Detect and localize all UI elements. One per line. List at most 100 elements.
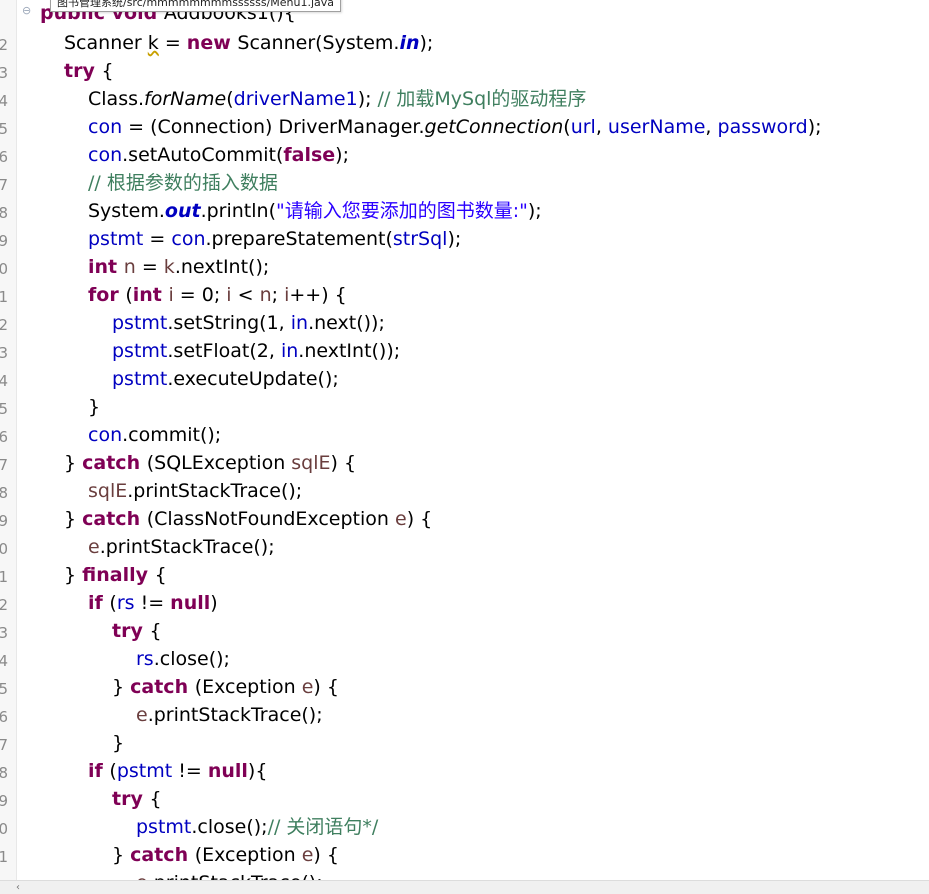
line-number: 4 <box>0 372 8 390</box>
code-line[interactable]: } <box>88 396 100 418</box>
code-token: ); <box>447 228 462 250</box>
code-line[interactable]: Class.forName(driverName1); // 加载MySql的驱… <box>88 88 586 110</box>
code-line[interactable]: sqlE.printStackTrace(); <box>88 480 302 502</box>
line-number: 5 <box>0 680 8 698</box>
code-line[interactable]: e.printStackTrace(); <box>136 704 323 726</box>
code-token: Scanner(System. <box>237 32 400 54</box>
code-token: .close(); <box>153 648 230 670</box>
code-token: ) <box>210 592 218 614</box>
code-token: .println( <box>200 200 276 222</box>
arrow-left-icon[interactable]: ‹ <box>16 881 20 894</box>
code-line[interactable]: System.out.println("请输入您要添加的图书数量:"); <box>88 200 542 222</box>
code-token: // 关闭语句*/ <box>267 816 379 838</box>
code-token: } <box>64 508 83 530</box>
code-token: Class. <box>88 88 145 110</box>
code-token: in <box>290 312 309 334</box>
code-line[interactable]: } catch (Exception e) { <box>112 676 339 698</box>
code-token: e <box>88 536 100 558</box>
code-token: .next()); <box>308 312 385 334</box>
code-token: catch <box>82 508 147 530</box>
code-token: for <box>88 284 126 306</box>
code-token: != <box>172 760 208 782</box>
code-token: ( <box>226 88 234 110</box>
line-number: 7 <box>0 176 8 194</box>
code-line[interactable]: e.printStackTrace(); <box>88 536 275 558</box>
code-token: = <box>135 256 164 278</box>
code-line[interactable]: int n = k.nextInt(); <box>88 256 269 278</box>
code-token: .printStackTrace(); <box>127 480 303 502</box>
code-token: rs <box>116 592 135 614</box>
code-token: strSql <box>392 228 448 250</box>
code-line[interactable]: try { <box>64 60 114 82</box>
code-token: .setAutoCommit( <box>122 144 284 166</box>
line-number: 8 <box>0 764 8 782</box>
code-token: "请输入您要添加的图书数量:" <box>275 200 528 222</box>
code-line[interactable]: // 根据参数的插入数据 <box>88 172 278 194</box>
code-line[interactable]: con.setAutoCommit(false); <box>88 144 349 166</box>
code-line[interactable]: } catch (SQLException sqlE) { <box>64 452 356 474</box>
horizontal-scrollbar[interactable]: ‹ <box>0 880 929 894</box>
code-token: ) { <box>330 452 357 474</box>
line-number: 6 <box>0 428 8 446</box>
code-line[interactable]: } finally { <box>64 564 167 586</box>
code-token: ) { <box>313 676 339 698</box>
code-line[interactable]: for (int i = 0; i < n; i++) { <box>88 284 347 306</box>
code-line[interactable]: pstmt.setString(1, in.next()); <box>112 312 385 334</box>
code-token: ); <box>527 200 542 222</box>
code-line[interactable]: Scanner k = new Scanner(System.in); <box>64 32 433 54</box>
code-token: pstmt <box>116 760 173 782</box>
line-number: 8 <box>0 484 8 502</box>
code-token: ) { <box>406 508 433 530</box>
line-number: 6 <box>0 708 8 726</box>
code-line[interactable]: con.commit(); <box>88 424 221 446</box>
line-number: 9 <box>0 512 8 530</box>
code-token: e <box>136 704 148 726</box>
code-token: e <box>394 508 407 530</box>
line-number: 9 <box>0 792 8 810</box>
code-token: .printStackTrace(); <box>99 536 275 558</box>
code-token: try <box>64 60 102 82</box>
line-number: 3 <box>0 344 8 362</box>
code-token: .commit(); <box>122 424 222 446</box>
code-token: e <box>301 844 314 866</box>
code-line[interactable]: con = (Connection) DriverManager.getConn… <box>88 116 822 138</box>
line-number: 7 <box>0 456 8 474</box>
code-line[interactable]: } catch (Exception e) { <box>112 844 339 866</box>
code-token: e <box>136 872 148 880</box>
code-line[interactable]: } <box>112 732 124 754</box>
code-line[interactable]: pstmt.setFloat(2, in.nextInt()); <box>112 340 400 362</box>
code-line[interactable]: pstmt.executeUpdate(); <box>112 368 339 390</box>
line-number-gutter: 2 3 4 5 6 7 8 9 0 1 2 3 4 5 6 7 8 9 0 1 2 3 4 5 6 7 8 9 0 1 <box>0 0 17 880</box>
code-line[interactable]: try { <box>112 620 162 642</box>
code-token: con <box>88 116 123 138</box>
code-token: ( <box>109 760 117 782</box>
code-line[interactable]: if (rs != null) <box>88 592 218 614</box>
code-token: ); <box>419 32 434 54</box>
code-line[interactable]: pstmt.close();// 关闭语句*/ <box>136 816 378 838</box>
code-line[interactable]: try { <box>112 788 162 810</box>
code-token: .executeUpdate(); <box>167 368 339 390</box>
code-token: { <box>149 620 162 642</box>
line-number: 4 <box>0 652 8 670</box>
file-path-tooltip: 图书管理系统/src/mmmmmmmmssssss/Menu1.java <box>50 0 342 12</box>
code-token: in <box>399 32 420 54</box>
line-number: 2 <box>0 36 8 54</box>
fold-collapse-icon[interactable]: ⊖ <box>22 4 31 17</box>
code-token: sqlE <box>88 480 128 502</box>
code-token: { <box>154 564 167 586</box>
code-editor[interactable]: 234567890123456789012345678901 ⊖ public … <box>0 0 929 880</box>
code-line[interactable]: } catch (ClassNotFoundException e) { <box>64 508 432 530</box>
code-line[interactable]: pstmt = con.prepareStatement(strSql); <box>88 228 461 250</box>
code-token: { <box>149 788 162 810</box>
code-token: .printStackTrace(); <box>147 704 323 726</box>
code-line[interactable]: e.printStackTrace(); <box>136 872 323 880</box>
line-number: 6 <box>0 148 8 166</box>
code-line[interactable]: rs.close(); <box>136 648 230 670</box>
code-token: = 0; <box>173 284 227 306</box>
code-token: ; <box>271 284 285 306</box>
code-token: try <box>112 620 150 642</box>
code-token: url <box>570 116 596 138</box>
code-token: // 根据参数的插入数据 <box>88 172 278 194</box>
code-line[interactable]: if (pstmt != null){ <box>88 760 267 782</box>
line-number: 3 <box>0 64 8 82</box>
